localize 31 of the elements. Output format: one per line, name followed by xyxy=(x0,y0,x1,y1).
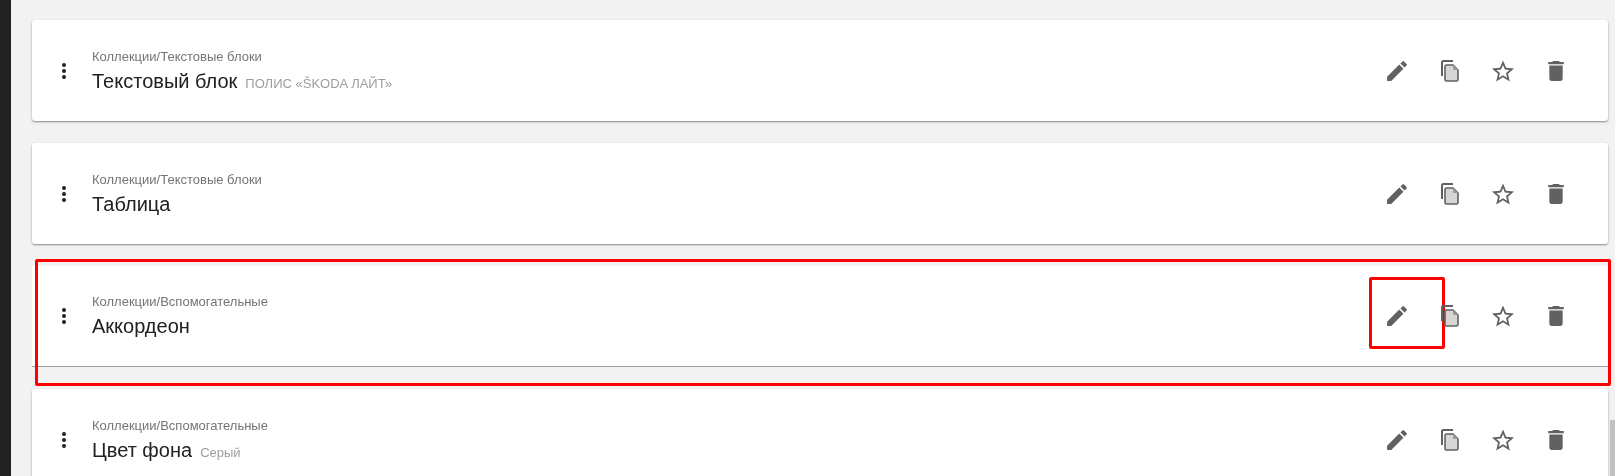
trash-icon xyxy=(1547,183,1564,204)
item-subtitle: Серый xyxy=(200,444,241,460)
trash-icon xyxy=(1547,306,1564,326)
star-icon xyxy=(1491,428,1514,451)
item-title: Цвет фона xyxy=(92,438,193,462)
star-icon xyxy=(1491,182,1514,205)
star-icon xyxy=(1491,305,1514,327)
copy-icon xyxy=(1439,428,1460,451)
more-vert-icon xyxy=(61,61,67,80)
category-path: Коллекции/Текстовые блоки xyxy=(92,48,263,64)
copy-icon xyxy=(1439,182,1460,205)
more-vert-icon xyxy=(61,430,67,449)
copy-icon xyxy=(1439,59,1460,82)
category-path: Коллекции/Текстовые блоки xyxy=(92,171,263,187)
scrollbar-thumb[interactable] xyxy=(1610,420,1615,476)
more-vert-icon xyxy=(61,307,67,325)
item-title: Таблица xyxy=(92,192,171,216)
star-icon xyxy=(1491,59,1514,82)
copy-icon xyxy=(1439,305,1460,327)
item-subtitle: ПОЛИС «ŠKODA ЛАЙТ» xyxy=(245,75,393,91)
trash-icon xyxy=(1547,429,1564,450)
trash-icon xyxy=(1547,60,1564,81)
more-vert-icon xyxy=(61,184,67,203)
edit-icon xyxy=(1385,305,1408,327)
category-path: Коллекции/Вспомогательные xyxy=(92,417,269,433)
edit-icon xyxy=(1385,182,1408,205)
category-path: Коллекции/Вспомогательные xyxy=(92,294,269,309)
edit-icon xyxy=(1385,428,1408,451)
item-title: Текстовый блок xyxy=(92,69,238,93)
edit-icon xyxy=(1385,59,1408,82)
item-title: Аккордеон xyxy=(92,315,190,338)
